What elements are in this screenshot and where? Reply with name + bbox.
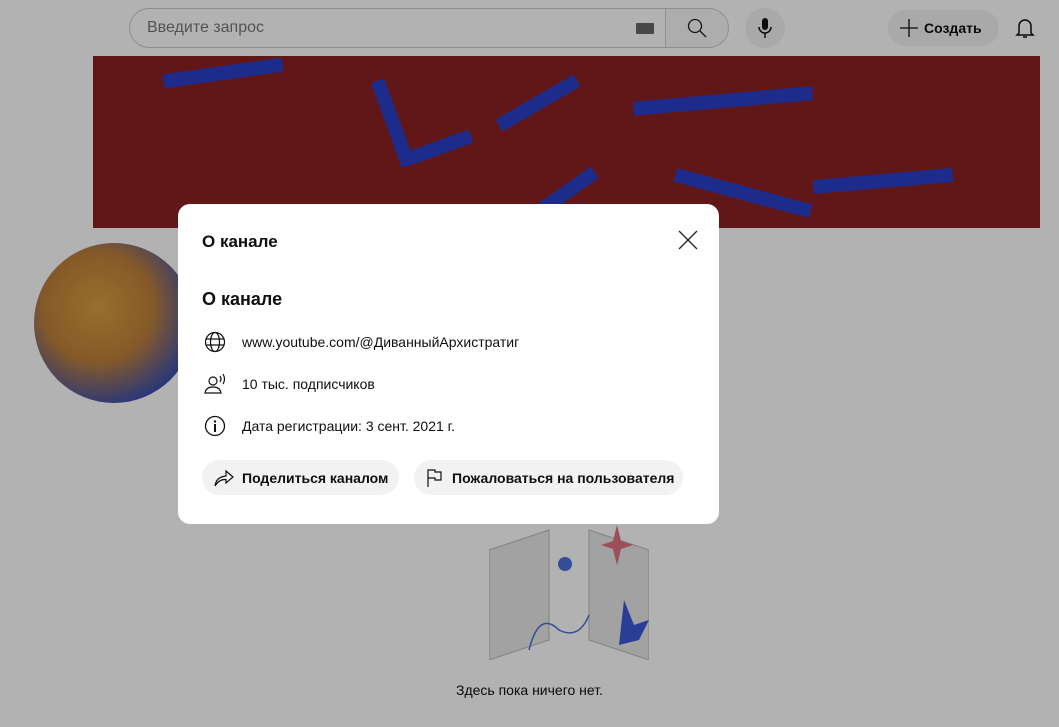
close-icon[interactable] — [678, 230, 698, 250]
report-user-button[interactable]: Пожаловаться на пользователя — [414, 460, 683, 495]
about-channel-dialog: О канале О канале www.youtube.com/@Диван… — [178, 204, 719, 524]
share-channel-button[interactable]: Поделиться каналом — [202, 460, 399, 495]
subscribers-icon — [204, 373, 226, 394]
subscribers-row: 10 тыс. подписчиков — [204, 373, 375, 395]
info-icon — [204, 415, 226, 437]
channel-url-row: www.youtube.com/@ДиванныйАрхистратиг — [204, 331, 519, 353]
share-icon — [214, 469, 234, 486]
joined-date-row: Дата регистрации: 3 сент. 2021 г. — [204, 415, 455, 437]
flag-icon — [427, 468, 442, 487]
subscriber-count: 10 тыс. подписчиков — [242, 376, 375, 392]
share-channel-label: Поделиться каналом — [242, 469, 389, 486]
report-user-label: Пожаловаться на пользователя — [452, 469, 675, 486]
dialog-title: О канале — [202, 232, 278, 251]
channel-url[interactable]: www.youtube.com/@ДиванныйАрхистратиг — [242, 334, 519, 350]
globe-icon — [204, 331, 226, 353]
joined-date: Дата регистрации: 3 сент. 2021 г. — [242, 418, 455, 434]
section-title: О канале — [202, 289, 283, 309]
